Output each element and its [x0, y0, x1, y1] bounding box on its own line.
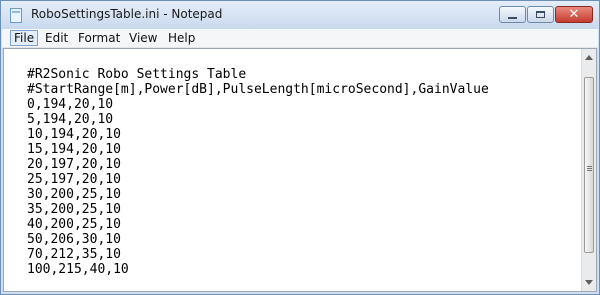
- menu-view[interactable]: View: [126, 30, 160, 46]
- window-title: RoboSettingsTable.ini - Notepad: [31, 7, 223, 21]
- scroll-up-icon[interactable]: [585, 55, 593, 60]
- menu-help[interactable]: Help: [165, 30, 198, 46]
- editor-line: 10,194,20,10: [27, 127, 121, 142]
- maximize-button[interactable]: [527, 6, 554, 23]
- editor-line: 15,194,20,10: [27, 142, 121, 157]
- maximize-icon: [536, 11, 545, 18]
- editor-line: 100,215,40,10: [27, 262, 129, 277]
- minimize-button[interactable]: [499, 6, 526, 23]
- close-button[interactable]: ✕: [555, 6, 593, 23]
- editor-line: 25,197,20,10: [27, 172, 121, 187]
- vertical-scrollbar[interactable]: [581, 49, 596, 291]
- menu-edit[interactable]: Edit: [42, 30, 71, 46]
- editor-content[interactable]: #R2Sonic Robo Settings Table #StartRange…: [4, 50, 579, 290]
- minimize-icon: [508, 17, 517, 19]
- editor-line: #R2Sonic Robo Settings Table: [27, 67, 247, 82]
- editor-line: 70,212,35,10: [27, 247, 121, 262]
- editor-line: 30,200,25,10: [27, 187, 121, 202]
- title-bar[interactable]: RoboSettingsTable.ini - Notepad ✕: [1, 1, 599, 29]
- editor-line: 0,194,20,10: [27, 97, 114, 112]
- editor-line: 40,200,25,10: [27, 217, 121, 232]
- menu-format[interactable]: Format: [75, 30, 123, 46]
- notepad-window: RoboSettingsTable.ini - Notepad ✕ File E…: [0, 0, 600, 295]
- scroll-thumb[interactable]: [584, 77, 594, 253]
- editor-line: 20,197,20,10: [27, 157, 121, 172]
- editor-line: 50,206,30,10: [27, 232, 121, 247]
- menu-file[interactable]: File: [10, 30, 39, 46]
- text-editor[interactable]: #R2Sonic Robo Settings Table #StartRange…: [3, 48, 597, 292]
- notepad-icon: [10, 8, 22, 23]
- close-icon: ✕: [568, 7, 580, 22]
- scroll-down-icon[interactable]: [585, 280, 593, 285]
- editor-line: #StartRange[m],Power[dB],PulseLength[mic…: [27, 82, 489, 97]
- editor-line: 5,194,20,10: [27, 112, 114, 127]
- grip-icon: [587, 166, 592, 167]
- editor-line: 35,200,25,10: [27, 202, 121, 217]
- menu-bar: File Edit Format View Help: [2, 29, 598, 48]
